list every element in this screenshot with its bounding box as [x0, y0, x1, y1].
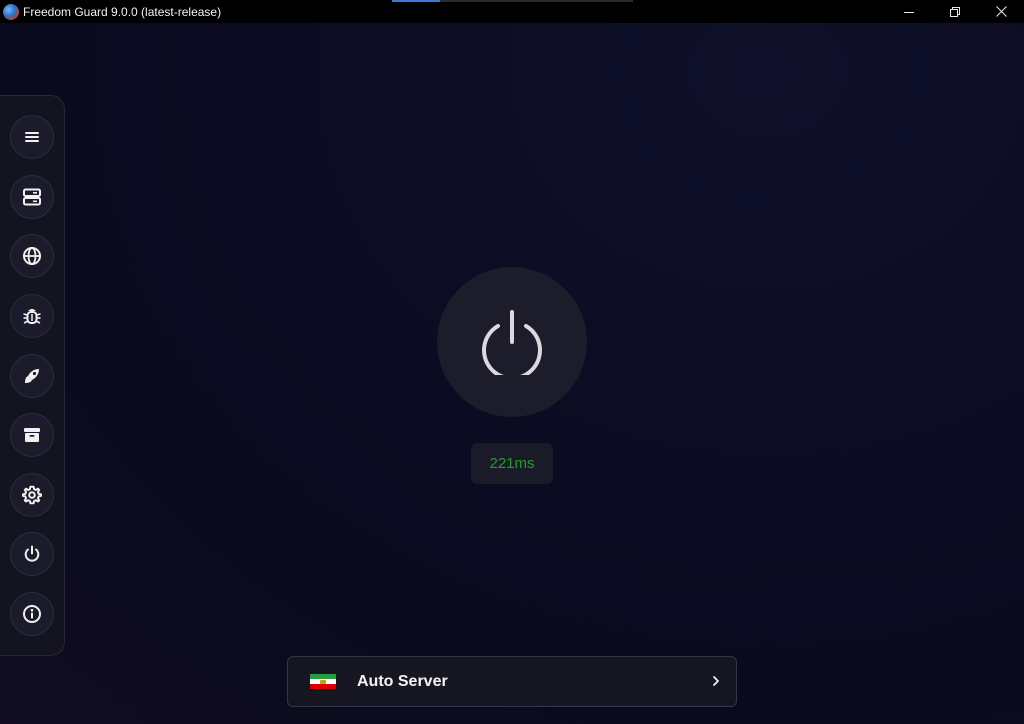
minimize-button[interactable] [886, 0, 932, 23]
sidebar [0, 95, 65, 656]
archive-icon [24, 428, 40, 442]
restore-icon [950, 6, 960, 17]
connect-power-button[interactable] [437, 267, 587, 417]
globe-icon [23, 247, 41, 265]
window-title: Freedom Guard 9.0.0 (latest-release) [23, 4, 222, 19]
close-icon [995, 6, 1007, 17]
server-icon [23, 188, 41, 206]
sidebar-item-about[interactable] [10, 592, 54, 636]
sidebar-item-tools[interactable] [10, 354, 54, 398]
title-bar[interactable]: Freedom Guard 9.0.0 (latest-release) [0, 0, 1024, 23]
power-icon [24, 545, 40, 562]
app-window: Freedom Guard 9.0.0 (latest-release) 221… [0, 0, 1024, 724]
sidebar-item-browser[interactable] [10, 234, 54, 278]
app-logo-icon [3, 3, 19, 20]
loading-progress-fill [392, 0, 441, 2]
menu-icon [25, 132, 39, 142]
sidebar-item-menu[interactable] [10, 115, 54, 159]
sidebar-item-archive[interactable] [10, 413, 54, 457]
sidebar-item-servers[interactable] [10, 175, 54, 219]
minimize-icon [904, 11, 914, 13]
rocket-icon [25, 369, 39, 383]
ping-badge: 221ms [471, 443, 553, 484]
server-label: Auto Server [357, 672, 448, 690]
ping-value: 221ms [489, 455, 535, 472]
iran-flag-icon [310, 673, 336, 690]
chevron-right-icon [713, 676, 719, 686]
close-button[interactable] [978, 0, 1024, 23]
bug-icon [23, 309, 41, 324]
sidebar-item-settings[interactable] [10, 473, 54, 517]
info-icon [23, 605, 41, 623]
loading-progress-bar [392, 0, 633, 2]
restore-button[interactable] [932, 0, 978, 23]
sidebar-item-power[interactable] [10, 532, 54, 576]
power-icon [482, 310, 542, 375]
gear-icon [22, 485, 42, 505]
sidebar-item-debug[interactable] [10, 294, 54, 338]
server-selector[interactable]: Auto Server [287, 656, 737, 707]
